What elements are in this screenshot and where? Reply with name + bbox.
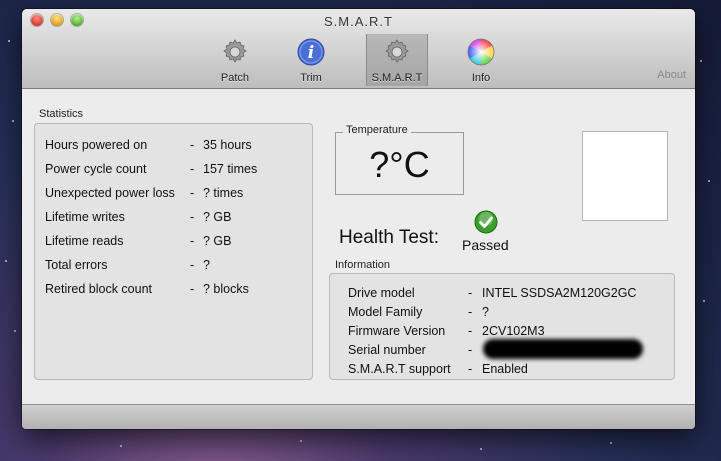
info-row: S.M.A.R.T support - Enabled bbox=[348, 362, 528, 376]
stat-label: Lifetime reads bbox=[45, 234, 124, 248]
toolbar-smart[interactable]: S.M.A.R.T bbox=[366, 34, 428, 86]
stat-row: Total errors - ? bbox=[45, 258, 210, 272]
separator: - bbox=[468, 286, 473, 300]
temperature-box: Temperature ?°C bbox=[335, 124, 464, 195]
toolbar-label: Trim bbox=[300, 72, 322, 84]
window-title: S.M.A.R.T bbox=[324, 14, 393, 29]
separator: - bbox=[468, 362, 473, 376]
separator: - bbox=[468, 305, 473, 319]
information-panel: Drive model - INTEL SSDSA2M120G2GC Model… bbox=[329, 273, 675, 380]
health-status: Passed bbox=[462, 237, 509, 253]
stat-value: ? blocks bbox=[203, 282, 249, 296]
toolbar-patch[interactable]: Patch bbox=[204, 34, 266, 86]
stat-label: Unexpected power loss bbox=[45, 186, 175, 200]
separator: - bbox=[190, 138, 195, 152]
separator: - bbox=[190, 162, 195, 176]
info-value: INTEL SSDSA2M120G2GC bbox=[482, 286, 637, 300]
toolbar-trim[interactable]: i Trim bbox=[280, 34, 342, 86]
info-label: S.M.A.R.T support bbox=[348, 362, 451, 376]
info-value: Enabled bbox=[482, 362, 528, 376]
info-value: 2CV102M3 bbox=[482, 324, 545, 338]
stat-row: Lifetime reads - ? GB bbox=[45, 234, 232, 248]
info-row: Serial number - bbox=[348, 339, 643, 359]
separator: - bbox=[468, 343, 473, 357]
info-row: Model Family - ? bbox=[348, 305, 489, 319]
info-i-icon: i bbox=[297, 38, 325, 66]
stat-row: Unexpected power loss - ? times bbox=[45, 186, 243, 200]
separator: - bbox=[468, 324, 473, 338]
information-title: Information bbox=[335, 259, 391, 271]
temperature-title: Temperature bbox=[343, 124, 411, 136]
stat-value: ? bbox=[203, 258, 210, 272]
gear-icon bbox=[385, 39, 409, 63]
stat-label: Hours powered on bbox=[45, 138, 148, 152]
main-content: Statistics Hours powered on - 35 hours P… bbox=[22, 89, 695, 404]
smart-window: S.M.A.R.T Patch i Trim S.M.A.R.T Info Ab… bbox=[22, 9, 695, 429]
redacted-serial bbox=[483, 339, 643, 359]
stat-value: ? GB bbox=[203, 234, 232, 248]
color-wheel-icon bbox=[467, 38, 495, 66]
toolbar-info[interactable]: Info bbox=[450, 34, 512, 86]
stat-row: Power cycle count - 157 times bbox=[45, 162, 257, 176]
statistics-title: Statistics bbox=[39, 108, 84, 120]
temperature-value: ?°C bbox=[369, 144, 430, 185]
info-label: Firmware Version bbox=[348, 324, 446, 338]
statistics-panel: Hours powered on - 35 hours Power cycle … bbox=[34, 123, 313, 380]
info-label: Model Family bbox=[348, 305, 423, 319]
stat-row: Hours powered on - 35 hours bbox=[45, 138, 252, 152]
stat-value: 157 times bbox=[203, 162, 258, 176]
separator: - bbox=[190, 210, 195, 224]
stat-label: Total errors bbox=[45, 258, 108, 272]
stat-label: Retired block count bbox=[45, 282, 153, 296]
checkmark-icon bbox=[474, 210, 498, 234]
title-bar: S.M.A.R.T Patch i Trim S.M.A.R.T Info Ab… bbox=[22, 9, 695, 89]
info-row: Firmware Version - 2CV102M3 bbox=[348, 324, 545, 338]
stat-row: Retired block count - ? blocks bbox=[45, 282, 249, 296]
separator: - bbox=[190, 258, 195, 272]
separator: - bbox=[190, 186, 195, 200]
gear-icon bbox=[223, 39, 247, 63]
toolbar-label: Patch bbox=[220, 72, 250, 84]
info-label: Drive model bbox=[348, 286, 415, 300]
stat-label: Lifetime writes bbox=[45, 210, 125, 224]
bottom-bar bbox=[22, 404, 695, 429]
info-label: Serial number bbox=[348, 343, 426, 357]
info-value: ? bbox=[482, 305, 489, 319]
toolbar-label: S.M.A.R.T bbox=[371, 72, 423, 84]
stat-label: Power cycle count bbox=[45, 162, 147, 176]
separator: - bbox=[190, 282, 195, 296]
stat-row: Lifetime writes - ? GB bbox=[45, 210, 232, 224]
stat-value: ? times bbox=[203, 186, 244, 200]
drive-image-well bbox=[582, 131, 668, 221]
health-test-label: Health Test: bbox=[339, 227, 439, 248]
separator: - bbox=[190, 234, 195, 248]
info-row: Drive model - INTEL SSDSA2M120G2GC bbox=[348, 286, 636, 300]
stat-value: ? GB bbox=[203, 210, 232, 224]
stat-value: 35 hours bbox=[203, 138, 252, 152]
svg-text:i: i bbox=[308, 43, 314, 63]
toolbar-label: Info bbox=[471, 72, 491, 84]
about-link[interactable]: About bbox=[657, 69, 686, 81]
